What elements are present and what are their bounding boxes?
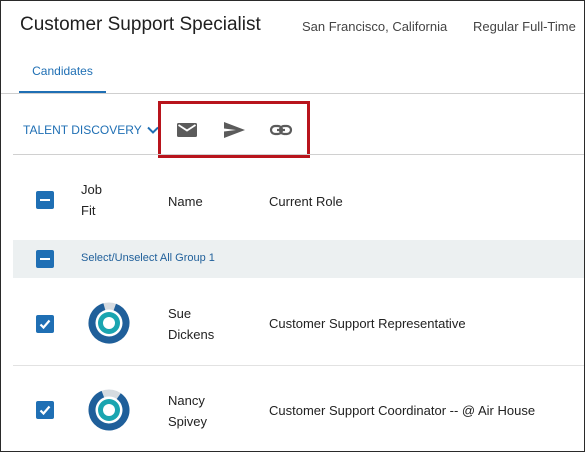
app-frame: Customer Support Specialist San Francisc…	[0, 0, 585, 452]
job-title: Customer Support Specialist	[20, 14, 261, 35]
email-button[interactable]	[175, 120, 199, 140]
minus-icon	[40, 199, 50, 201]
job-type: Regular Full-Time	[473, 19, 576, 34]
mail-icon	[177, 123, 197, 137]
candidate-name[interactable]: Sue Dickens	[168, 303, 248, 345]
checkmark-icon	[39, 405, 51, 416]
checkmark-icon	[39, 319, 51, 330]
job-fit-score-icon	[88, 389, 130, 431]
toolbar-divider	[13, 154, 584, 155]
select-all-checkbox[interactable]	[36, 191, 54, 209]
candidate-current-role: Customer Support Coordinator -- @ Air Ho…	[269, 403, 536, 418]
send-icon	[224, 122, 245, 138]
link-button[interactable]	[269, 120, 293, 140]
group-select-label[interactable]: Select/Unselect All Group 1	[81, 252, 215, 264]
candidate-first-name: Nancy	[168, 393, 205, 408]
talent-discovery-label: TALENT DISCOVERY	[23, 123, 142, 137]
candidate-last-name: Spivey	[168, 414, 208, 429]
talent-discovery-dropdown[interactable]: TALENT DISCOVERY	[23, 119, 160, 141]
job-fit-header-line1: Job	[81, 182, 102, 197]
column-header-name[interactable]: Name	[168, 194, 203, 209]
job-fit-score-icon	[88, 302, 130, 344]
row-checkbox[interactable]	[36, 401, 54, 419]
row-checkbox[interactable]	[36, 315, 54, 333]
group-select-checkbox[interactable]	[36, 250, 54, 268]
candidate-name[interactable]: Nancy Spivey	[168, 390, 248, 432]
candidate-last-name: Dickens	[168, 327, 215, 342]
minus-icon	[40, 258, 50, 260]
column-header-current-role[interactable]: Current Role	[269, 194, 343, 209]
job-location: San Francisco, California	[302, 19, 448, 34]
job-fit-header-line2: Fit	[81, 203, 96, 218]
send-button[interactable]	[222, 120, 246, 140]
column-header-job-fit[interactable]: Job Fit	[81, 179, 121, 221]
tab-candidates[interactable]: Candidates	[19, 57, 106, 93]
candidate-first-name: Sue	[168, 306, 192, 321]
candidate-current-role: Customer Support Representative	[269, 316, 466, 331]
link-icon	[269, 124, 293, 136]
tab-divider	[1, 93, 584, 94]
